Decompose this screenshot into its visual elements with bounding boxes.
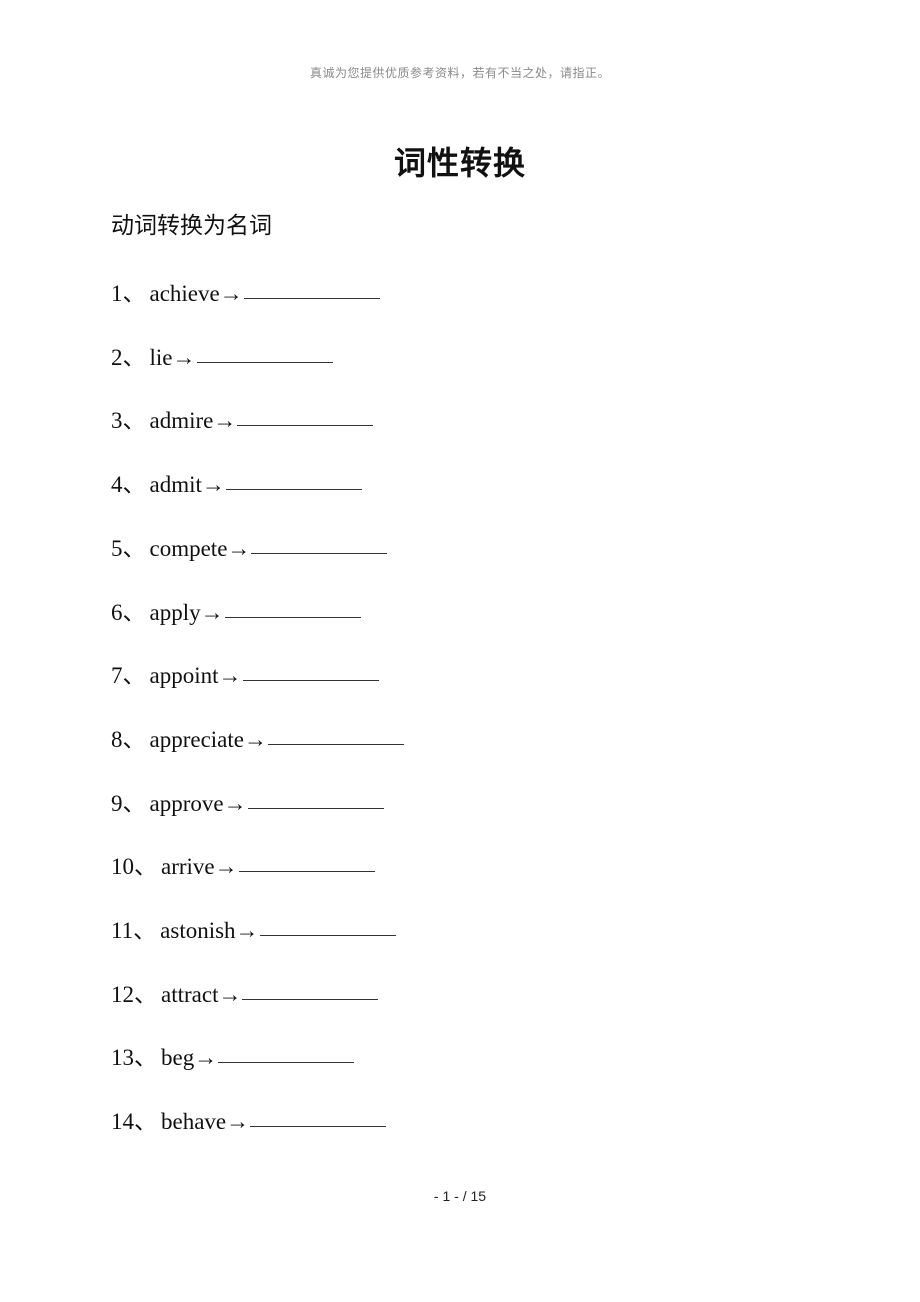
item-word: appreciate: [149, 726, 244, 752]
exercise-item: 2、 lie →: [111, 338, 333, 372]
exercise-item: 9、 approve →: [111, 784, 384, 818]
exercise-item: 4、 admit →: [111, 465, 362, 499]
exercise-item: 11、 astonish →: [111, 911, 396, 945]
item-number: 10: [111, 854, 134, 880]
arrow-icon: →: [227, 535, 251, 561]
item-separator: 、: [134, 1045, 157, 1071]
header-note: 真诚为您提供优质参考资料，若有不当之处，请指正。: [309, 66, 610, 80]
arrow-icon: →: [213, 408, 237, 434]
arrow-icon: →: [243, 726, 267, 752]
item-separator: 、: [134, 981, 157, 1007]
item-separator: 、: [122, 790, 146, 816]
arrow-icon: →: [218, 981, 242, 1007]
exercise-item: 5、 compete →: [111, 529, 388, 563]
page-title: 词性转换: [393, 144, 526, 182]
exercise-item: 3、 admire →: [111, 401, 374, 435]
item-number: 3: [111, 408, 123, 434]
item-number: 12: [111, 981, 134, 1007]
item-number: 1: [111, 281, 123, 306]
exercise-item: 6、 apply →: [111, 593, 361, 627]
answer-blank[interactable]: [242, 998, 379, 1000]
item-word: appoint: [149, 663, 219, 689]
item-word: attract: [161, 981, 219, 1007]
item-separator: 、: [134, 854, 157, 880]
item-number: 6: [111, 599, 123, 625]
exercise-item: 13、 beg →: [111, 1038, 355, 1072]
item-separator: 、: [122, 472, 146, 498]
exercise-item: 12、 attract →: [111, 975, 379, 1009]
arrow-icon: →: [218, 663, 242, 689]
answer-blank[interactable]: [196, 361, 333, 363]
item-number: 7: [111, 663, 123, 689]
item-separator: 、: [122, 663, 146, 689]
item-word: behave: [161, 1109, 227, 1135]
exercise-item: 1、 achieve →: [111, 274, 380, 308]
exercise-item: 8、 appreciate →: [111, 720, 404, 754]
item-separator: 、: [134, 1109, 157, 1135]
item-separator: 、: [122, 281, 146, 306]
item-number: 4: [111, 472, 123, 498]
answer-blank[interactable]: [259, 934, 396, 936]
item-separator: 、: [133, 918, 157, 943]
exercise-item: 10、 arrive →: [111, 847, 375, 881]
arrow-icon: →: [200, 599, 224, 625]
item-word: arrive: [161, 854, 215, 880]
arrow-icon: →: [214, 854, 238, 880]
item-number: 5: [111, 535, 123, 561]
item-separator: 、: [122, 726, 146, 752]
item-word: compete: [149, 535, 228, 561]
answer-blank[interactable]: [225, 488, 362, 491]
arrow-icon: →: [194, 1045, 218, 1071]
item-number: 8: [111, 726, 123, 752]
exercise-item: 14、 behave →: [111, 1102, 387, 1136]
arrow-icon: →: [235, 918, 259, 943]
answer-blank[interactable]: [267, 743, 404, 745]
item-number: 9: [111, 790, 123, 816]
item-word: achieve: [149, 281, 220, 306]
answer-blank[interactable]: [238, 870, 375, 873]
answer-blank[interactable]: [218, 1061, 355, 1064]
item-number: 13: [111, 1045, 134, 1071]
item-separator: 、: [122, 535, 146, 561]
arrow-icon: →: [223, 790, 247, 816]
answer-blank[interactable]: [224, 616, 361, 618]
arrow-icon: →: [172, 344, 196, 370]
item-word: apply: [149, 599, 201, 625]
answer-blank[interactable]: [247, 807, 384, 809]
item-separator: 、: [122, 599, 146, 625]
item-word: beg: [161, 1045, 195, 1071]
document-page: 真诚为您提供优质参考资料，若有不当之处，请指正。 词性转换 动词转换为名词 1、…: [0, 0, 920, 1302]
item-number: 11: [111, 918, 134, 943]
arrow-icon: →: [226, 1109, 250, 1135]
arrow-icon: →: [201, 472, 225, 498]
item-word: lie: [149, 344, 173, 370]
item-word: admit: [149, 472, 202, 498]
section-heading: 动词转换为名词: [111, 213, 272, 239]
item-word: admire: [149, 408, 214, 434]
item-word: astonish: [160, 918, 236, 943]
answer-blank[interactable]: [251, 552, 388, 554]
arrow-icon: →: [219, 281, 243, 306]
page-number: - 1 - / 15: [433, 1188, 487, 1204]
exercise-item: 7、 appoint →: [111, 656, 379, 690]
item-number: 14: [111, 1109, 134, 1135]
item-separator: 、: [122, 408, 146, 434]
answer-blank[interactable]: [237, 424, 374, 427]
item-word: approve: [149, 790, 224, 816]
answer-blank[interactable]: [243, 297, 380, 299]
answer-blank[interactable]: [242, 679, 379, 682]
item-number: 2: [111, 344, 123, 370]
answer-blank[interactable]: [250, 1125, 387, 1128]
item-separator: 、: [122, 344, 146, 370]
